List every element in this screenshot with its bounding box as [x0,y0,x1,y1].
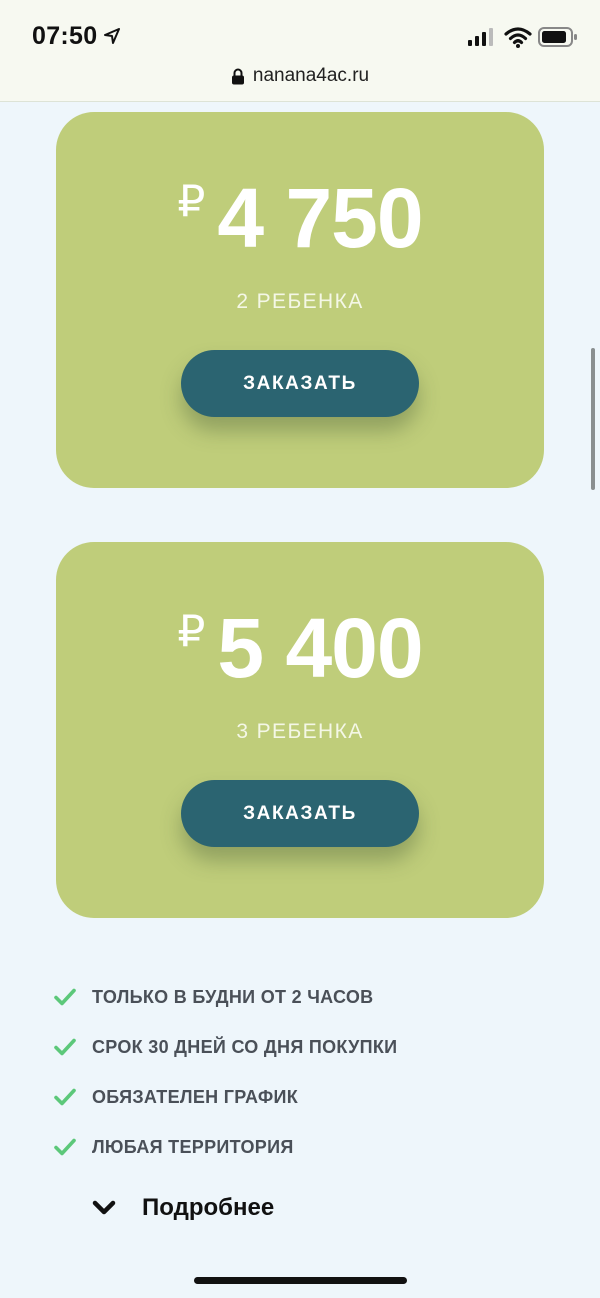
home-indicator[interactable] [194,1277,407,1284]
feature-item: ТОЛЬКО В БУДНИ ОТ 2 ЧАСОВ [54,972,397,1022]
price-amount: 4 750 [217,171,423,265]
price: ₽ 5 400 [56,606,544,690]
feature-text: СРОК 30 ДНЕЙ СО ДНЯ ПОКУПКИ [92,1036,398,1057]
price-subtitle: 2 РЕБЕНКА [236,290,364,313]
check-icon [54,1138,76,1156]
order-button[interactable]: ЗАКАЗАТЬ [181,350,419,417]
price-card: ₽ 4 750 2 РЕБЕНКА ЗАКАЗАТЬ [56,112,544,488]
url-text: nanana4ac.ru [252,65,370,86]
location-arrow-icon [104,28,120,44]
status-time: 07:50 [32,22,98,50]
scrollbar[interactable] [591,348,595,490]
wifi-icon [504,27,532,48]
currency-symbol: ₽ [177,177,206,226]
price-subtitle: 3 РЕБЕНКА [236,720,364,743]
chevron-down-icon [92,1200,116,1215]
feature-text: ТОЛЬКО В БУДНИ ОТ 2 ЧАСОВ [92,986,374,1007]
price: ₽ 4 750 [56,176,544,260]
price-card: ₽ 5 400 3 РЕБЕНКА ЗАКАЗАТЬ [56,542,544,918]
feature-item: СРОК 30 ДНЕЙ СО ДНЯ ПОКУПКИ [54,1022,397,1072]
check-icon [54,988,76,1006]
currency-symbol: ₽ [177,607,206,656]
status-bar: 07:50 nanana4ac.ru [0,0,600,102]
check-icon [54,1088,76,1106]
more-label: Подробнее [142,1194,275,1221]
address-bar[interactable]: nanana4ac.ru [0,64,600,88]
battery-icon [538,27,577,47]
more-toggle[interactable]: Подробнее [92,1194,274,1222]
lock-icon [231,68,244,84]
check-icon [54,1038,76,1056]
price-amount: 5 400 [217,601,423,695]
feature-item: ЛЮБАЯ ТЕРРИТОРИЯ [54,1122,397,1172]
feature-text: ОБЯЗАТЕЛЕН ГРАФИК [92,1086,299,1107]
features-list: ТОЛЬКО В БУДНИ ОТ 2 ЧАСОВ СРОК 30 ДНЕЙ С… [54,972,397,1172]
order-button[interactable]: ЗАКАЗАТЬ [181,780,419,847]
feature-item: ОБЯЗАТЕЛЕН ГРАФИК [54,1072,397,1122]
feature-text: ЛЮБАЯ ТЕРРИТОРИЯ [92,1136,294,1157]
signal-icon [468,28,493,46]
